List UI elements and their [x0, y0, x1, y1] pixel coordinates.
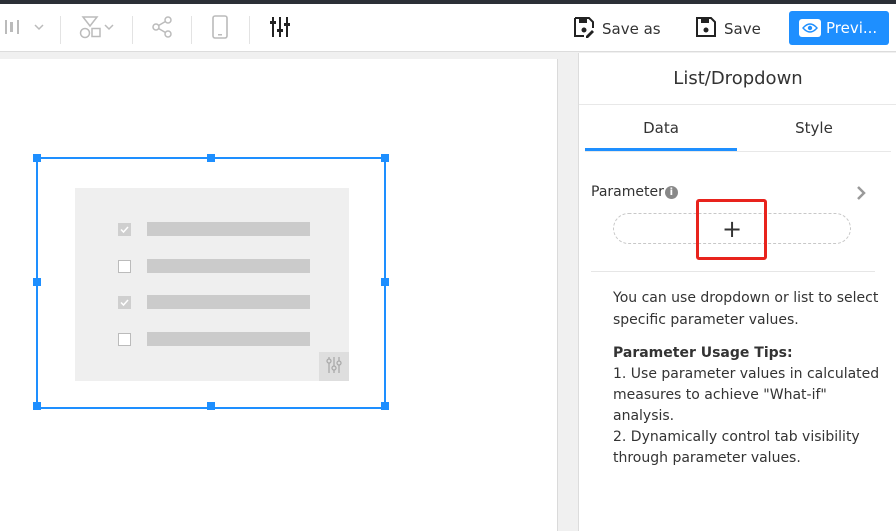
widget-settings-button[interactable] — [319, 352, 349, 381]
settings-button[interactable] — [266, 16, 294, 42]
resize-handle[interactable] — [381, 278, 389, 286]
toolbar-separator — [60, 16, 61, 44]
active-tab-indicator — [585, 148, 737, 151]
resize-handle[interactable] — [207, 402, 215, 410]
parameter-usage-tips: Parameter Usage Tips: 1. Use parameter v… — [613, 343, 885, 469]
resize-handle[interactable] — [381, 402, 389, 410]
toolbar-separator — [191, 16, 192, 44]
checkbox-placeholder — [118, 295, 131, 309]
toolbar-separator — [249, 16, 250, 44]
preview-label: Previ... — [826, 19, 878, 37]
tips-title: Parameter Usage Tips: — [613, 345, 793, 361]
align-icon — [4, 17, 48, 41]
dashboard-sheet[interactable] — [0, 59, 558, 531]
save-as-label: Save as — [602, 20, 661, 38]
settings-sliders-icon — [268, 15, 292, 43]
tabs-border — [585, 151, 891, 152]
properties-panel: List/Dropdown Data Style Parameter i + Y… — [578, 53, 896, 531]
placeholder-row — [118, 222, 310, 236]
text-bar-placeholder — [147, 259, 310, 273]
highlight-annotation-box — [696, 199, 767, 260]
parameter-label: Parameter — [591, 184, 664, 200]
panel-title: List/Dropdown — [579, 53, 896, 105]
toolbar: Save as Save Previ... — [0, 4, 896, 52]
mobile-view-button[interactable] — [206, 14, 234, 44]
chevron-right-icon[interactable] — [855, 185, 867, 205]
checkbox-placeholder — [118, 259, 131, 273]
tab-data[interactable]: Data — [585, 105, 737, 151]
share-button[interactable] — [148, 16, 176, 42]
text-bar-placeholder — [147, 332, 310, 346]
resize-handle[interactable] — [207, 154, 215, 162]
shape-dropdown[interactable] — [78, 16, 118, 42]
resize-handle[interactable] — [33, 278, 41, 286]
mobile-icon — [210, 14, 230, 44]
save-as-icon — [572, 15, 596, 43]
sliders-icon — [325, 356, 343, 378]
save-as-button[interactable]: Save as — [572, 16, 662, 42]
checkbox-placeholder — [118, 222, 131, 236]
parameter-description: You can use dropdown or list to select s… — [613, 290, 879, 328]
info-icon[interactable]: i — [664, 185, 678, 199]
list-dropdown-widget[interactable] — [33, 154, 389, 410]
toolbar-separator — [132, 16, 133, 44]
placeholder-row — [118, 259, 310, 273]
resize-handle[interactable] — [33, 154, 41, 162]
eye-icon — [799, 19, 821, 37]
tab-style[interactable]: Style — [737, 105, 891, 151]
save-button[interactable]: Save — [695, 16, 765, 42]
resize-handle[interactable] — [381, 154, 389, 162]
checkbox-placeholder — [118, 332, 131, 346]
save-label: Save — [724, 20, 761, 38]
widget-placeholder — [75, 188, 349, 381]
parameter-section-label: Parameter i — [591, 184, 678, 200]
save-icon — [695, 16, 717, 42]
placeholder-row — [118, 295, 310, 309]
share-icon — [150, 15, 174, 43]
tip-item: 1. Use parameter values in calculated me… — [613, 366, 880, 424]
canvas-area — [0, 53, 578, 531]
section-divider — [591, 271, 875, 272]
preview-button[interactable]: Previ... — [789, 11, 889, 45]
tip-item: 2. Dynamically control tab visibility th… — [613, 429, 860, 466]
placeholder-row — [118, 332, 310, 346]
resize-handle[interactable] — [33, 402, 41, 410]
text-bar-placeholder — [147, 295, 310, 309]
align-dropdown[interactable] — [2, 16, 50, 42]
shape-icon — [78, 15, 118, 43]
text-bar-placeholder — [147, 222, 310, 236]
